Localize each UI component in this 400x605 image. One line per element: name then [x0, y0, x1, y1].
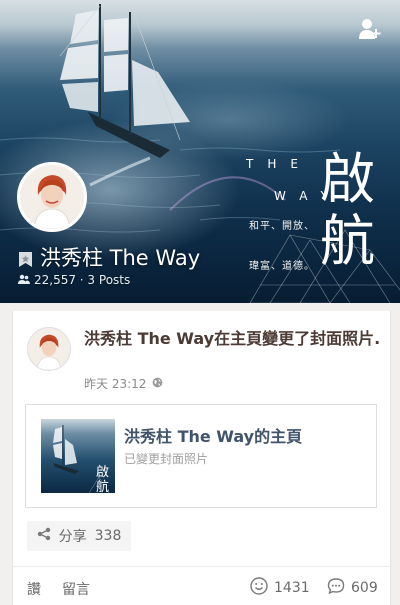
- add-user-icon[interactable]: [358, 17, 382, 41]
- reactions-count-text: 1431: [274, 580, 310, 596]
- comments-count-text: 609: [351, 580, 378, 596]
- people-icon: [18, 273, 30, 287]
- globe-icon: [152, 377, 163, 391]
- page-name: 洪秀柱 The Way: [40, 246, 201, 270]
- share-count: 338: [94, 528, 122, 544]
- attachment-subtitle: 已變更封面照片: [124, 452, 209, 466]
- attachment-title: 洪秀柱 The Way的主頁: [124, 427, 303, 446]
- post-action-bar: 讚 留言 1431 609: [13, 566, 392, 605]
- post-headline: 洪秀柱 The Way在主頁變更了封面照片.: [84, 327, 384, 350]
- attachment-preview[interactable]: 啟 航 洪秀柱 The Way的主頁 已變更封面照片: [25, 404, 377, 508]
- comments-count[interactable]: 609: [327, 577, 378, 599]
- post-meta: 昨天 23:12: [84, 375, 163, 392]
- comment-bubble-icon: [327, 577, 345, 599]
- page-badge-icon: [18, 249, 33, 267]
- cover-slogan-2: 瑋富、道德。: [249, 261, 315, 272]
- share-label: 分享: [58, 529, 87, 545]
- share-button[interactable]: 分享 338: [27, 521, 131, 551]
- post-author-avatar[interactable]: [27, 327, 71, 371]
- reactions-count[interactable]: 1431: [250, 577, 310, 599]
- cover-big-char-2: 航: [320, 209, 376, 273]
- cover-big-char-1: 啟: [320, 147, 376, 211]
- comment-button[interactable]: 留言: [62, 579, 90, 599]
- post-card: 洪秀柱 The Way在主頁變更了封面照片. 昨天 23:12 啟 航 洪秀柱 …: [12, 311, 392, 605]
- smile-icon: [250, 577, 268, 599]
- share-icon: [37, 527, 51, 545]
- cover-photo[interactable]: THE WAY 和平、開放、 瑋富、道德。 啟 航 洪秀柱 The Way 22…: [0, 0, 400, 303]
- cover-title-the: THE: [246, 157, 312, 171]
- page-name-row[interactable]: 洪秀柱 The Way: [18, 242, 200, 272]
- page-stats: 22,557 · 3 Posts: [18, 273, 130, 287]
- page-stats-text: 22,557 · 3 Posts: [34, 273, 131, 287]
- thumbnail-char-2: 航: [95, 480, 109, 493]
- post-action-text: 在主頁變更了封面照片.: [214, 329, 381, 348]
- post-author-name[interactable]: 洪秀柱 The Way: [84, 329, 214, 348]
- cover-slogan-1: 和平、開放、: [249, 221, 315, 232]
- post-timestamp[interactable]: 昨天 23:12: [84, 375, 146, 392]
- like-button[interactable]: 讚: [27, 579, 41, 599]
- attachment-thumbnail: 啟 航: [41, 419, 115, 493]
- profile-avatar[interactable]: [17, 162, 87, 232]
